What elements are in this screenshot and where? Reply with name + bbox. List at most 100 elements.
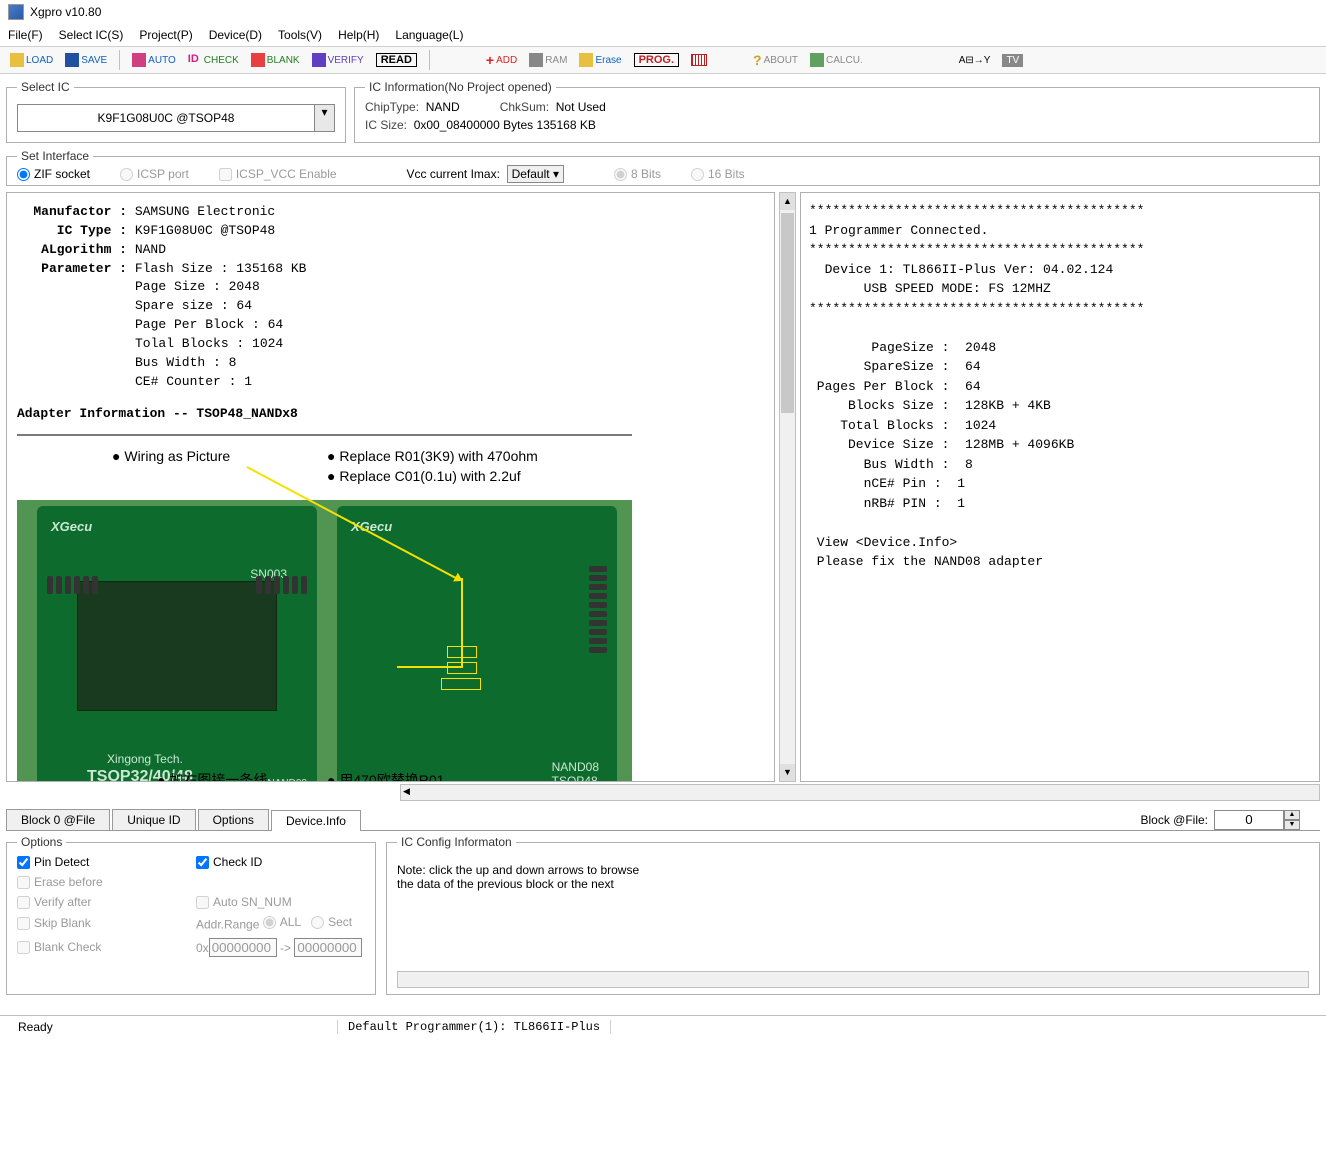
block-file-up-button[interactable]: ▲	[1284, 810, 1300, 820]
ic-config-scrollbar[interactable]	[397, 971, 1309, 988]
ic-config-legend: IC Config Informaton	[397, 835, 516, 849]
load-button[interactable]: LOAD	[6, 51, 57, 69]
tab-options[interactable]: Options	[198, 809, 269, 830]
menu-select-ic[interactable]: Select IC(S)	[59, 28, 124, 42]
erase-before-checkbox: Erase before	[17, 875, 186, 889]
scroll-thumb[interactable]	[781, 213, 794, 413]
app-icon	[8, 4, 24, 20]
prog-button[interactable]: PROG.	[630, 51, 683, 69]
verify-after-checkbox: Verify after	[17, 895, 186, 909]
menu-help[interactable]: Help(H)	[338, 28, 379, 42]
scroll-down-icon[interactable]: ▼	[780, 764, 795, 781]
icsp-port-radio: ICSP port	[120, 167, 189, 181]
ictype-label: IC Type :	[17, 222, 127, 241]
bottom-tabs: Block 0 @File Unique ID Options Device.I…	[6, 809, 1320, 830]
bits16-radio: 16 Bits	[691, 167, 745, 181]
verify-button[interactable]: VERIFY	[308, 51, 368, 69]
vcc-imax-select[interactable]: Default ▾	[507, 165, 564, 183]
menu-device[interactable]: Device(D)	[209, 28, 262, 42]
chiptype-label: ChipType:	[365, 100, 419, 114]
select-ic-dropdown-button[interactable]: ▾	[315, 104, 335, 132]
read-button[interactable]: READ	[372, 51, 421, 69]
menu-language[interactable]: Language(L)	[395, 28, 463, 42]
select-ic-legend: Select IC	[17, 80, 74, 94]
ic-config-group: IC Config Informaton Note: click the up …	[386, 835, 1320, 995]
erase-button[interactable]: Erase	[575, 51, 625, 69]
addr-all-radio: ALL	[263, 915, 301, 929]
adapter-header: Adapter Information -- TSOP48_NANDx8	[17, 405, 764, 424]
id-icon: ID	[188, 53, 202, 67]
zif-socket-radio[interactable]: ZIF socket	[17, 167, 90, 181]
blank-button[interactable]: BLANK	[247, 51, 304, 69]
menubar: File(F) Select IC(S) Project(P) Device(D…	[0, 24, 1326, 46]
folder-open-icon	[10, 53, 24, 67]
pin-detect-checkbox[interactable]: Pin Detect	[17, 855, 186, 869]
algorithm-value: NAND	[135, 242, 166, 257]
chiptype-value: NAND	[426, 100, 460, 114]
bus-width: Bus Width : 8	[17, 354, 764, 373]
icsize-label: IC Size:	[365, 118, 407, 132]
window-title: Xgpro v10.80	[30, 5, 101, 19]
add-button[interactable]: +ADD	[482, 50, 521, 70]
aby-button[interactable]: A⊟→Y	[955, 53, 995, 68]
replace-r01-label: Replace R01(3K9) with 470ohm	[339, 448, 537, 464]
ictype-value: K9F1G08U0C @TSOP48	[135, 223, 275, 238]
adapter-image: ● Wiring as Picture ● Replace R01(3K9) w…	[17, 434, 632, 782]
addr-to-input	[294, 938, 362, 957]
interface-legend: Set Interface	[17, 149, 93, 163]
tv-button[interactable]: TV	[998, 52, 1027, 69]
titlebar: Xgpro v10.80	[0, 0, 1326, 24]
plus-icon: +	[486, 52, 494, 68]
menu-project[interactable]: Project(P)	[139, 28, 192, 42]
select-ic-input[interactable]: K9F1G08U0C @TSOP48	[17, 104, 315, 132]
menu-tools[interactable]: Tools(V)	[278, 28, 322, 42]
menu-file[interactable]: File(F)	[8, 28, 43, 42]
block-file-down-button[interactable]: ▼	[1284, 820, 1300, 830]
blank-icon	[251, 53, 265, 67]
bits8-radio: 8 Bits	[614, 167, 661, 181]
pcb1-nand: NAND08 TSOP48	[268, 778, 307, 782]
status-programmer: Default Programmer(1): TL866II-Plus	[338, 1020, 611, 1034]
save-button[interactable]: SAVE	[61, 51, 111, 69]
addr-range-label: Addr.Range	[196, 918, 259, 932]
tab-unique-id[interactable]: Unique ID	[112, 809, 195, 830]
options-legend: Options	[17, 835, 66, 849]
page-size: Page Size : 2048	[17, 278, 764, 297]
blank-check-checkbox: Blank Check	[17, 938, 186, 957]
scroll-up-icon[interactable]: ▲	[780, 193, 795, 210]
cn-label-1: 如右图接一条线	[169, 772, 267, 782]
ram-button[interactable]: RAM	[525, 51, 571, 69]
about-button[interactable]: ?ABOUT	[749, 50, 802, 70]
auto-button[interactable]: AUTO	[128, 51, 180, 69]
select-ic-group: Select IC K9F1G08U0C @TSOP48 ▾	[6, 80, 346, 143]
log-pane: ****************************************…	[800, 192, 1320, 782]
ic-config-note2: the data of the previous block or the ne…	[397, 877, 1309, 891]
manufactor-label: Manufactor :	[17, 203, 127, 222]
scroll-left-icon[interactable]: ◀	[403, 786, 410, 797]
verify-icon	[312, 53, 326, 67]
log-h-scrollbar[interactable]: ◀	[400, 784, 1320, 801]
toolbar: LOAD SAVE AUTO IDCHECK BLANK VERIFY READ…	[0, 46, 1326, 74]
check-id-checkbox[interactable]: Check ID	[196, 855, 365, 869]
flash-size: Flash Size : 135168 KB	[135, 261, 307, 276]
block-file-spinner[interactable]: ▲ ▼	[1214, 810, 1300, 830]
skip-blank-checkbox: Skip Blank	[17, 915, 186, 932]
chksum-value: Not Used	[556, 100, 606, 114]
calcu-button[interactable]: CALCU.	[806, 51, 867, 69]
check-button[interactable]: IDCHECK	[184, 51, 243, 69]
tab-block0[interactable]: Block 0 @File	[6, 809, 110, 830]
parameter-label: Parameter :	[17, 260, 127, 279]
fixed-label: FIXED	[527, 774, 592, 782]
auto-sn-checkbox: Auto SN_NUM	[196, 895, 365, 909]
icsize-value: 0x00_08400000 Bytes 135168 KB	[414, 118, 596, 132]
block-file-input[interactable]	[1214, 810, 1284, 830]
manufactor-value: SAMSUNG Electronic	[135, 204, 275, 219]
left-scrollbar[interactable]: ▲ ▼	[779, 192, 796, 782]
tv-icon: TV	[1002, 54, 1023, 67]
floppy-icon	[65, 53, 79, 67]
chip-button[interactable]	[687, 52, 711, 68]
options-group: Options Pin Detect Check ID Erase before…	[6, 835, 376, 995]
tab-device-info[interactable]: Device.Info	[271, 810, 361, 831]
algorithm-label: ALgorithm :	[17, 241, 127, 260]
cn-label-2: 用470欧替换R01	[339, 772, 444, 782]
